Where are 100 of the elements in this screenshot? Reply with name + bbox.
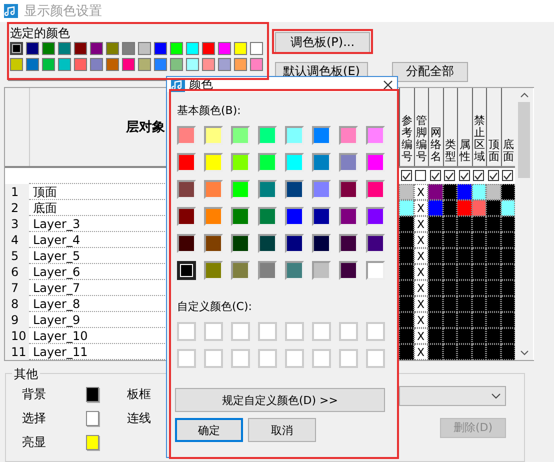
color-swatch[interactable] <box>106 42 119 55</box>
color-cell[interactable] <box>457 264 472 280</box>
color-cell[interactable] <box>486 264 500 280</box>
color-swatch[interactable] <box>250 58 263 71</box>
color-swatch[interactable] <box>312 207 331 226</box>
color-swatch[interactable] <box>204 261 223 280</box>
color-swatch[interactable] <box>218 58 231 71</box>
color-swatch[interactable] <box>339 180 358 199</box>
color-swatch[interactable] <box>177 126 196 145</box>
color-cell[interactable] <box>486 344 500 360</box>
color-swatch[interactable] <box>58 58 71 71</box>
color-swatch[interactable] <box>202 58 215 71</box>
color-swatch[interactable] <box>258 234 277 253</box>
color-cell[interactable] <box>399 216 414 232</box>
color-cell[interactable] <box>500 184 515 200</box>
color-cell[interactable] <box>428 312 442 328</box>
define-custom-colors-button[interactable]: 规定自定义颜色(D) >> <box>175 388 385 412</box>
palette-button[interactable]: 调色板(P)... <box>275 32 370 54</box>
color-swatch[interactable] <box>366 207 385 226</box>
color-cell[interactable] <box>457 344 472 360</box>
color-swatch[interactable] <box>138 58 151 71</box>
color-cell[interactable] <box>457 280 472 296</box>
color-swatch[interactable] <box>231 126 250 145</box>
color-swatch[interactable] <box>312 261 331 280</box>
color-swatch[interactable] <box>339 261 358 280</box>
color-cell[interactable] <box>457 232 472 248</box>
assign-all-button[interactable]: 分配全部 <box>392 62 468 82</box>
checkbox[interactable] <box>502 170 514 182</box>
color-cell[interactable] <box>486 312 500 328</box>
color-swatch[interactable] <box>312 234 331 253</box>
color-cell[interactable] <box>486 232 500 248</box>
close-icon[interactable] <box>383 80 393 90</box>
color-swatch[interactable] <box>285 261 304 280</box>
color-swatch[interactable] <box>366 180 385 199</box>
color-cell[interactable] <box>472 184 486 200</box>
color-swatch[interactable] <box>177 234 196 253</box>
color-cell[interactable] <box>428 232 442 248</box>
color-swatch[interactable] <box>285 126 304 145</box>
color-swatch[interactable] <box>339 126 358 145</box>
checkbox[interactable] <box>473 170 484 182</box>
color-cell[interactable] <box>486 248 500 264</box>
color-swatch[interactable] <box>74 42 87 55</box>
color-swatch[interactable] <box>231 153 250 172</box>
color-swatch[interactable] <box>154 58 167 71</box>
color-swatch[interactable] <box>26 58 39 71</box>
color-swatch[interactable] <box>138 42 151 55</box>
color-swatch[interactable] <box>170 42 183 55</box>
color-cell[interactable] <box>399 248 414 264</box>
color-cell[interactable] <box>457 248 472 264</box>
color-swatch[interactable] <box>231 234 250 253</box>
scrollbar-thumb[interactable] <box>518 102 530 178</box>
color-swatch[interactable] <box>177 180 196 199</box>
color-cell[interactable] <box>442 184 457 200</box>
color-cell[interactable] <box>457 200 472 216</box>
ok-button[interactable]: 确定 <box>175 418 243 442</box>
color-cell[interactable] <box>399 232 414 248</box>
color-swatch[interactable] <box>170 58 183 71</box>
color-swatch[interactable] <box>339 153 358 172</box>
color-cell[interactable] <box>399 264 414 280</box>
color-cell[interactable] <box>399 344 414 360</box>
color-swatch[interactable] <box>218 42 231 55</box>
color-swatch[interactable] <box>234 42 247 55</box>
color-swatch[interactable] <box>285 180 304 199</box>
color-cell[interactable] <box>428 264 442 280</box>
color-swatch[interactable] <box>285 207 304 226</box>
color-swatch[interactable] <box>86 386 99 402</box>
color-swatch[interactable] <box>258 126 277 145</box>
color-swatch[interactable] <box>366 261 385 280</box>
color-cell[interactable] <box>486 296 500 312</box>
color-swatch[interactable] <box>312 153 331 172</box>
color-swatch[interactable] <box>258 207 277 226</box>
color-swatch[interactable] <box>42 42 55 55</box>
checkbox[interactable] <box>415 170 426 182</box>
color-swatch[interactable] <box>204 153 223 172</box>
color-cell[interactable] <box>457 312 472 328</box>
color-cell[interactable] <box>457 328 472 344</box>
color-swatch[interactable] <box>58 42 71 55</box>
color-swatch[interactable] <box>231 207 250 226</box>
color-cell[interactable] <box>428 248 442 264</box>
color-swatch[interactable] <box>231 261 250 280</box>
chevron-down-icon[interactable] <box>520 350 528 356</box>
color-swatch[interactable] <box>258 261 277 280</box>
color-swatch[interactable] <box>366 234 385 253</box>
color-swatch[interactable] <box>74 58 87 71</box>
color-swatch[interactable] <box>10 58 23 71</box>
checkbox[interactable] <box>400 170 412 182</box>
color-swatch[interactable] <box>90 58 103 71</box>
color-swatch[interactable] <box>202 42 215 55</box>
color-swatch[interactable] <box>204 180 223 199</box>
color-cell[interactable] <box>399 312 414 328</box>
color-swatch[interactable] <box>339 234 358 253</box>
color-swatch[interactable] <box>86 410 99 426</box>
color-cell[interactable] <box>428 344 442 360</box>
checkbox[interactable] <box>458 170 470 182</box>
color-cell[interactable] <box>399 328 414 344</box>
color-swatch[interactable] <box>122 58 135 71</box>
color-cell[interactable] <box>428 280 442 296</box>
color-swatch[interactable] <box>177 207 196 226</box>
color-cell[interactable] <box>399 296 414 312</box>
color-swatch[interactable] <box>204 126 223 145</box>
